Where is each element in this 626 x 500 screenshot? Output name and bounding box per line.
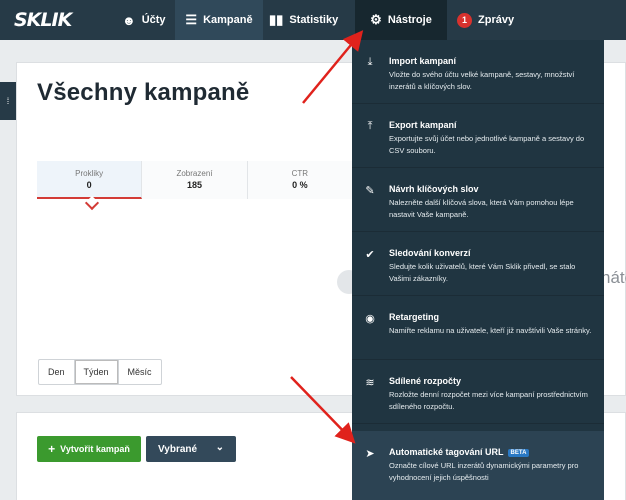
menu-item-title: Návrh klíčových slov	[389, 184, 479, 194]
nav-tools-label: Nástroje	[387, 14, 432, 26]
period-week-button[interactable]: Týden	[74, 360, 119, 384]
stat-value: 0 %	[292, 180, 308, 190]
selected-actions-dropdown[interactable]: Vybrané ⌄	[146, 436, 236, 462]
stat-label: CTR	[291, 169, 309, 178]
coins-icon: ≋	[365, 377, 375, 389]
nav-statistics[interactable]: ▮▮ Statistiky	[269, 0, 338, 40]
stat-value: 185	[186, 180, 202, 190]
stat-clicks[interactable]: Prokliky 0	[37, 161, 143, 199]
target-icon: ◉	[365, 313, 375, 325]
menu-item-title-text: Automatické tagování URL	[389, 447, 504, 457]
menu-item-keyword-suggestions[interactable]: ✎ Návrh klíčových slov Nalezněte další k…	[352, 168, 604, 232]
period-switcher: Den Týden Měsíc	[38, 359, 162, 385]
stat-ctr[interactable]: CTR 0 %	[247, 161, 353, 199]
nav-statistics-label: Statistiky	[289, 14, 339, 26]
pencil-icon: ✎	[365, 185, 375, 197]
chevron-down-icon: ⌄	[215, 442, 224, 453]
stat-value: 0	[86, 180, 92, 190]
nav-accounts[interactable]: ☻ Účty	[122, 0, 166, 40]
menu-item-export[interactable]: ⤒ Export kampaní Exportujte svůj účet ne…	[352, 104, 604, 168]
menu-item-conversion-tracking[interactable]: ✔ Sledování konverzí Sledujte kolik uživ…	[352, 232, 604, 296]
menu-item-description: Sledujte kolik uživatelů, které Vám Skli…	[389, 262, 576, 283]
nav-campaigns-label: Kampaně	[203, 14, 253, 26]
side-panel-toggle[interactable]: ⁞	[0, 82, 16, 120]
menu-item-description: Exportujte svůj účet nebo jednotlivé kam…	[389, 134, 585, 155]
list-icon: ☰	[185, 12, 198, 27]
period-day-button[interactable]: Den	[39, 360, 75, 384]
tag-icon: ➤	[365, 448, 375, 460]
menu-item-description: Nalezněte další klíčová slova, která Vám…	[389, 198, 574, 219]
period-month-button[interactable]: Měsíc	[119, 360, 161, 384]
sklik-logo[interactable]: SKLIK	[14, 9, 72, 31]
check-icon: ✔	[365, 249, 375, 261]
menu-item-title: Export kampaní	[389, 120, 457, 130]
chart-text-fragment: náte	[601, 268, 626, 287]
create-campaign-label: Vytvořit kampaň	[60, 444, 130, 454]
top-navigation-bar: SKLIK ☻ Účty ☰ Kampaně ▮▮ Statistiky ⚙ N…	[0, 0, 626, 40]
beta-badge: BETA	[507, 449, 530, 457]
menu-item-description: Namiřte reklamu na uživatele, kteří již …	[389, 326, 592, 335]
create-campaign-button[interactable]: + Vytvořit kampaň	[37, 436, 141, 462]
nav-messages[interactable]: 1 Zprávy	[457, 0, 514, 40]
menu-item-description: Označte cílové URL inzerátů dynamickými …	[389, 461, 579, 482]
users-icon: ☻	[122, 12, 136, 28]
plus-icon: +	[48, 442, 56, 456]
menu-item-import[interactable]: ⤓ Import kampaní Vložte do svého účtu ve…	[352, 40, 604, 104]
menu-item-shared-budgets[interactable]: ≋ Sdílené rozpočty Rozložte denní rozpoč…	[352, 360, 604, 424]
grip-icon: ⁞	[6, 96, 10, 106]
nav-campaigns[interactable]: ☰ Kampaně	[175, 0, 263, 40]
stat-label: Zobrazení	[176, 169, 213, 178]
stat-impressions[interactable]: Zobrazení 185	[142, 161, 248, 199]
nav-messages-label: Zprávy	[478, 14, 515, 26]
menu-item-title: Sledování konverzí	[389, 248, 471, 258]
nav-tools[interactable]: ⚙ Nástroje	[355, 0, 447, 40]
nav-accounts-label: Účty	[141, 14, 166, 26]
stats-summary: Prokliky 0 Zobrazení 185 CTR 0 %	[37, 161, 353, 199]
tools-dropdown-menu: ⤓ Import kampaní Vložte do svého účtu ve…	[352, 40, 604, 500]
menu-item-title: Import kampaní	[389, 56, 457, 66]
download-icon: ⤓	[367, 56, 373, 68]
bar-chart-icon: ▮▮	[269, 12, 284, 27]
menu-item-retargeting[interactable]: ◉ Retargeting Namiřte reklamu na uživate…	[352, 296, 604, 360]
menu-item-description: Rozložte denní rozpočet mezi více kampan…	[389, 390, 588, 411]
menu-item-auto-tagging[interactable]: ➤ Automatické tagování URL BETA Označte c…	[352, 431, 604, 500]
selected-actions-label: Vybrané	[158, 443, 198, 455]
messages-count-badge: 1	[457, 12, 472, 28]
menu-item-title: Automatické tagování URL BETA	[389, 447, 530, 457]
stat-label: Prokliky	[75, 169, 104, 178]
menu-item-title: Retargeting	[389, 312, 440, 322]
gear-icon: ⚙	[370, 12, 382, 27]
menu-item-title: Sdílené rozpočty	[389, 376, 462, 386]
upload-icon: ⤒	[367, 120, 373, 132]
page-title: Všechny kampaně	[37, 79, 250, 106]
menu-item-description: Vložte do svého účtu velké kampaně, sest…	[389, 70, 575, 91]
